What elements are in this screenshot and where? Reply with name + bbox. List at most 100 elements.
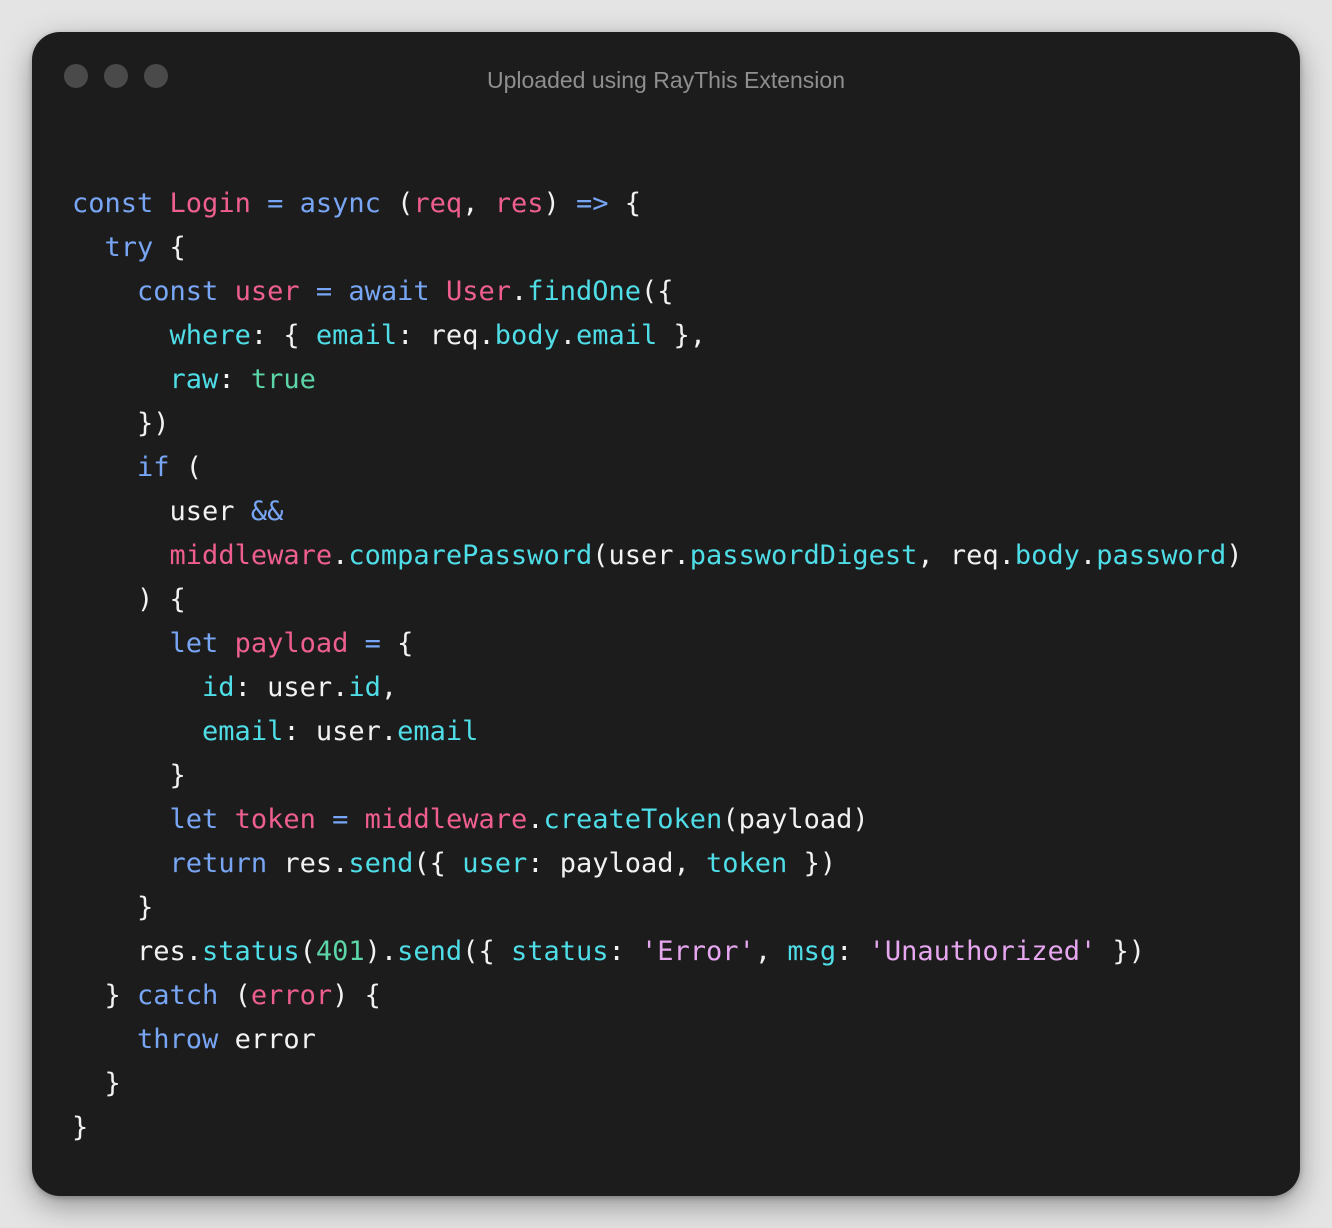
keyword-token: let [169,804,219,835]
plain-token: ( [218,980,251,1011]
code-line: id: user.id, [72,666,1243,710]
code-line: } catch (error) { [72,974,1243,1018]
plain-token: . [1079,540,1097,571]
plain-token: , [754,936,788,967]
property-token: passwordDigest [689,540,918,571]
keyword-token: let [169,628,219,659]
identifier-token: token [234,804,316,835]
code-line: } [72,754,1243,798]
code-line: try { [72,226,1243,270]
plain-token: } [72,892,154,923]
code-line: throw error [72,1018,1243,1062]
plain-token: ( [169,452,203,483]
plain-token: user [72,496,251,527]
plain-token: : user. [234,672,349,703]
plain-token: . [559,320,576,351]
keyword-token: throw [137,1024,219,1055]
plain-token: { [380,628,414,659]
property-token: send [397,936,463,967]
plain-token: } [72,760,186,791]
property-token: comparePassword [348,540,593,571]
property-token: password [1096,540,1227,571]
identifier-token: req [413,188,463,219]
operator-token: = [364,628,381,659]
operator-token: = [315,276,333,307]
plain-token: ) { [72,584,186,615]
property-token: findOne [527,276,642,307]
keyword-token: const [137,276,219,307]
plain-token: } [72,1112,89,1143]
plain-token: res. [72,936,203,967]
property-token: raw [169,364,219,395]
code-line: const user = await User.findOne({ [72,270,1243,314]
plain-token: ) [543,188,577,219]
code-window: Uploaded using RayThis Extension const L… [32,32,1300,1196]
property-token: where [169,320,251,351]
code-line: email: user.email [72,710,1243,754]
string-token: 'Unauthorized' [868,936,1097,967]
identifier-token: User [445,276,511,307]
code-line: ) { [72,578,1243,622]
window-title: Uploaded using RayThis Extension [487,67,845,93]
plain-token: , req. [917,540,1015,571]
property-token: body [494,320,560,351]
property-token: email [315,320,398,351]
plain-token: : req. [397,320,495,351]
keyword-token: const [72,188,154,219]
plain-token: { [153,232,186,263]
property-token: body [1014,540,1080,571]
keyword-token: try [104,232,154,263]
identifier-token: user [234,276,300,307]
identifier-token: error [250,980,333,1011]
plain-token: ) [1226,540,1243,571]
code-line: const Login = async (req, res) => { [72,182,1243,226]
window-titlebar: Uploaded using RayThis Extension [32,32,1300,128]
plain-token: }) [72,408,170,439]
identifier-token: middleware [169,540,333,571]
keyword-token: return [169,848,268,879]
operator-token: = [332,804,349,835]
keyword-token: async [299,188,381,219]
property-token: send [348,848,414,879]
plain-token: : user. [283,716,398,747]
identifier-token: Login [169,188,251,219]
property-token: status [202,936,300,967]
plain-token: { [608,188,642,219]
property-token: user [462,848,528,879]
property-token: status [510,936,609,967]
plain-token: ({ [641,276,674,307]
property-token: id [202,672,235,703]
identifier-token: middleware [364,804,528,835]
property-token: email [202,716,284,747]
code-line: if ( [72,446,1243,490]
code-line: res.status(401).send({ status: 'Error', … [72,930,1243,974]
plain-token: ) { [332,980,381,1011]
plain-token: }, [657,320,707,351]
code-line: }) [72,402,1243,446]
plain-token: , [380,672,398,703]
code-line: } [72,886,1243,930]
plain-token: res. [267,848,349,879]
property-token: email [575,320,658,351]
plain-token: }) [787,848,837,879]
literal-token: true [250,364,316,395]
plain-token: : payload, [527,848,707,879]
plain-token: : [218,364,251,395]
literal-token: 401 [315,936,365,967]
